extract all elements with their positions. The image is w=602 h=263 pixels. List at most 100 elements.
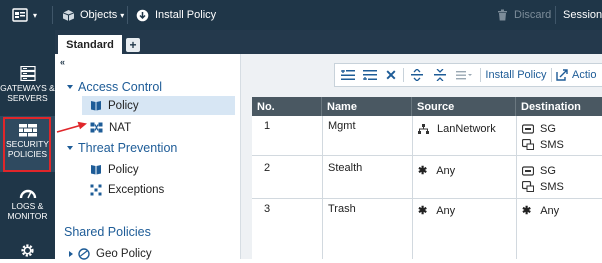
rule-destination-item: SMS <box>522 179 564 194</box>
asterisk-any-icon: ✱ <box>418 165 428 177</box>
nav-logs-monitor[interactable]: LOGS & MONITOR <box>0 187 55 221</box>
tree-section-threat-prevention[interactable]: Threat Prevention <box>67 138 177 157</box>
globe-icon <box>78 247 90 260</box>
nav-label-gateways: GATEWAYS & SERVERS <box>0 83 55 103</box>
column-header-no[interactable]: No. <box>252 97 322 116</box>
discard-button[interactable]: Discard <box>497 0 551 30</box>
tree-item-geo-policy[interactable]: Geo Policy <box>69 244 152 263</box>
caret-right-icon <box>69 250 73 257</box>
collapse-sections-button[interactable] <box>431 64 449 86</box>
nat-icon <box>90 122 103 133</box>
export-arrow-icon <box>556 69 568 81</box>
threat-policy-label: Policy <box>108 163 139 176</box>
cube-icon <box>62 9 75 21</box>
actions-label: Actio <box>572 69 597 81</box>
tab-standard[interactable]: Standard <box>58 35 122 54</box>
tree-item-nat[interactable]: NAT <box>90 118 131 137</box>
session-label: Session <box>563 9 602 21</box>
asterisk-any-icon: ✱ <box>522 205 532 217</box>
source-label: Any <box>436 204 456 217</box>
destination-label: SMS <box>540 180 564 193</box>
close-icon: ✕ <box>385 66 397 83</box>
install-policy-button[interactable]: Install Policy <box>136 0 216 30</box>
collapse-panel-button[interactable]: « <box>60 57 65 67</box>
rule-name: Trash <box>328 202 356 215</box>
access-control-label: Access Control <box>78 79 163 94</box>
rulebase-table: No. Name Source Destination 1 Mgmt LanNe… <box>252 97 602 259</box>
trash-icon <box>498 9 507 21</box>
install-download-icon <box>136 9 149 21</box>
rule-number: 1 <box>264 119 271 132</box>
rulebase-toolbar: ✕ Install Policy Actio <box>334 63 602 87</box>
add-tab-button[interactable]: + <box>126 38 140 52</box>
tree-item-access-policy[interactable]: Policy <box>82 96 235 115</box>
caret-down-icon <box>67 145 73 150</box>
tree-section-access-control[interactable]: Access Control <box>67 77 162 96</box>
management-server-icon <box>522 139 534 150</box>
exceptions-label: Exceptions <box>108 183 165 196</box>
access-policy-label: Policy <box>108 99 139 112</box>
toolbar-install-policy-button[interactable]: Install Policy <box>485 64 547 86</box>
source-label: Any <box>436 164 456 177</box>
gateway-icon <box>522 165 534 176</box>
delete-rule-button[interactable]: ✕ <box>383 64 399 86</box>
rulebase-area: ✕ Install Policy Actio No. Name Source D… <box>241 54 602 259</box>
rule-source: LanNetwork <box>418 121 496 136</box>
rule-destination-item: ✱ Any <box>522 203 559 218</box>
destination-label: SMS <box>540 138 564 151</box>
column-header-source[interactable]: Source <box>412 97 516 116</box>
network-icon <box>418 123 429 134</box>
list-menu-icon <box>456 71 472 80</box>
actions-menu-button[interactable]: Actio <box>556 64 602 86</box>
gauge-icon <box>19 189 36 199</box>
caret-down-icon <box>67 84 73 89</box>
rule-name: Stealth <box>328 161 363 174</box>
rule-destination-item: SG <box>522 163 556 178</box>
rule-source: ✱ Any <box>418 203 455 218</box>
exceptions-icon <box>90 184 102 195</box>
policy-tree-panel: « Access Control Policy NAT Threat Preve… <box>55 54 241 260</box>
nat-label: NAT <box>109 121 132 134</box>
nav-manage-settings[interactable] <box>0 242 55 261</box>
app-menu-button[interactable]: ▾ <box>12 0 37 30</box>
gateway-icon <box>522 123 534 134</box>
rule-source: ✱ Any <box>418 163 455 178</box>
policy-book-icon <box>91 101 101 111</box>
tree-section-shared-policies[interactable]: Shared Policies <box>64 222 151 241</box>
objects-menu-button[interactable]: Objects ▾ <box>62 0 124 30</box>
sections-menu-button[interactable] <box>453 64 475 86</box>
expand-icon <box>411 69 423 81</box>
geo-policy-label: Geo Policy <box>96 247 152 260</box>
column-header-destination[interactable]: Destination <box>516 97 602 116</box>
destination-label: SG <box>540 164 556 177</box>
tree-item-exceptions[interactable]: Exceptions <box>90 180 164 199</box>
discard-label: Discard <box>514 9 552 21</box>
gear-icon <box>21 244 34 257</box>
nav-gateways-servers[interactable]: GATEWAYS & SERVERS <box>0 66 55 103</box>
objects-label: Objects <box>80 9 118 21</box>
shared-policies-label: Shared Policies <box>64 224 151 239</box>
collapse-icon <box>434 69 446 81</box>
app-menu-icon <box>12 8 28 22</box>
asterisk-any-icon: ✱ <box>418 205 428 217</box>
toolbar-install-policy-label: Install Policy <box>485 69 547 81</box>
add-rule-above-button[interactable] <box>339 64 357 86</box>
rule-number: 2 <box>264 161 271 174</box>
expand-sections-button[interactable] <box>408 64 426 86</box>
policy-tab-bar: Standard + <box>55 30 602 54</box>
destination-label: Any <box>540 204 560 217</box>
chevron-down-icon: ▾ <box>33 10 38 20</box>
add-rule-below-icon <box>363 70 377 80</box>
nav-label-logs-monitor: LOGS & MONITOR <box>7 201 48 221</box>
top-bar: ▾ Objects ▾ Install Policy Discard Sessi… <box>0 0 602 30</box>
source-label: LanNetwork <box>437 122 496 135</box>
threat-prevention-label: Threat Prevention <box>78 140 178 155</box>
column-header-name[interactable]: Name <box>322 97 412 116</box>
rule-number: 3 <box>264 202 271 215</box>
session-button[interactable]: Session <box>563 0 602 30</box>
annotation-arrow-icon <box>56 121 87 133</box>
chevron-down-icon: ▾ <box>120 10 125 20</box>
add-rule-below-button[interactable] <box>361 64 379 86</box>
tree-item-threat-policy[interactable]: Policy <box>90 160 139 179</box>
policy-book-icon <box>91 165 101 175</box>
